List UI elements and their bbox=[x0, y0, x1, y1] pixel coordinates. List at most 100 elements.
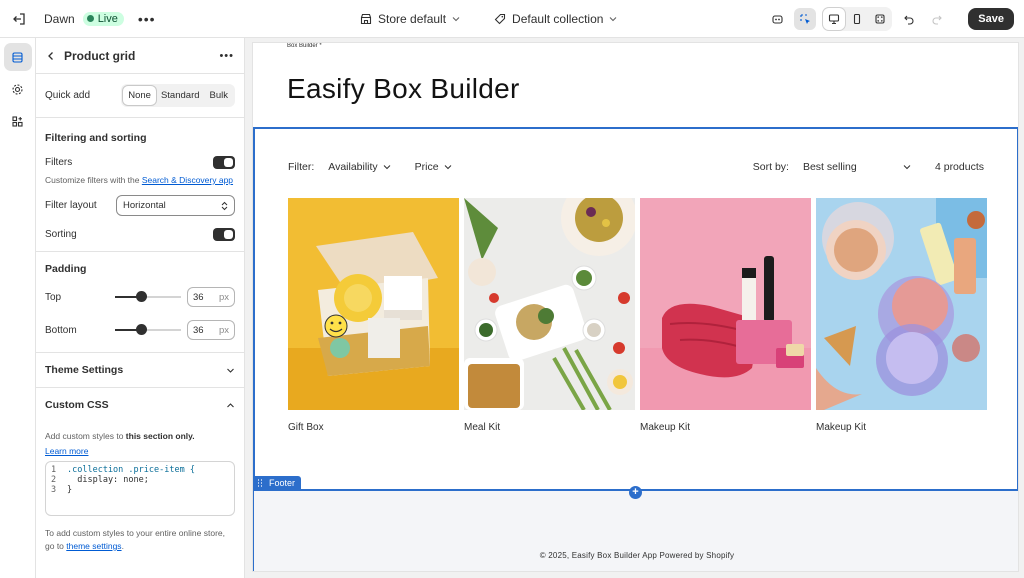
code-text: .collection .price-item { bbox=[67, 465, 195, 475]
tag-icon bbox=[494, 13, 506, 25]
back-arrow-icon[interactable] bbox=[46, 51, 56, 61]
facets-bar: Filter: Availability Price Sort by: Best… bbox=[288, 160, 984, 174]
chevron-up-icon bbox=[227, 402, 234, 407]
footer-section[interactable]: © 2025, Easify Box Builder App Powered b… bbox=[253, 491, 1018, 571]
filter-layout-select[interactable]: Horizontal bbox=[116, 195, 235, 216]
fullscreen-button[interactable] bbox=[869, 8, 891, 30]
padding-top-input[interactable]: 36 px bbox=[187, 287, 235, 307]
product-count: 4 products bbox=[934, 161, 984, 173]
line-number: 2 bbox=[51, 475, 57, 485]
filter-layout-label: Filter layout bbox=[45, 200, 97, 211]
save-button[interactable]: Save bbox=[968, 8, 1014, 30]
template-select[interactable]: Default collection bbox=[494, 12, 617, 26]
mobile-icon bbox=[854, 13, 861, 25]
padding-bottom-slider[interactable] bbox=[115, 322, 181, 338]
theme-settings-button[interactable] bbox=[4, 75, 32, 103]
quick-add-none[interactable]: None bbox=[123, 86, 156, 105]
store-select-label: Store default bbox=[378, 12, 447, 26]
settings-panel: Product grid ••• Quick add None Standard… bbox=[36, 38, 245, 578]
product-name[interactable]: Meal Kit bbox=[464, 422, 635, 433]
product-image-gift-box[interactable] bbox=[288, 198, 459, 410]
search-discovery-link[interactable]: Search & Discovery app bbox=[142, 175, 233, 185]
sorting-toggle[interactable] bbox=[213, 228, 235, 241]
theme-settings-link[interactable]: theme settings bbox=[66, 541, 121, 551]
live-dot-icon bbox=[86, 15, 94, 22]
add-section-button[interactable]: + bbox=[629, 486, 642, 499]
inspector-button[interactable] bbox=[794, 8, 817, 30]
line-number: 3 bbox=[51, 485, 57, 495]
footer-section-tag[interactable]: Footer bbox=[253, 476, 302, 490]
code-line: 2 display: none; bbox=[51, 475, 229, 485]
code-line: 3} bbox=[51, 485, 229, 495]
price-filter[interactable]: Price bbox=[415, 161, 452, 173]
product-card[interactable]: Gift Box bbox=[288, 198, 459, 433]
code-text: } bbox=[67, 485, 73, 495]
padding-top-slider[interactable] bbox=[115, 289, 181, 305]
chevron-down-icon bbox=[383, 165, 391, 170]
product-image-meal-kit[interactable] bbox=[464, 198, 635, 410]
device-toggle bbox=[822, 7, 893, 31]
chevron-down-icon bbox=[903, 165, 911, 170]
product-cards: Gift Box Meal Kit Makeup Kit Makeup Kit bbox=[288, 198, 987, 433]
chevron-down-icon bbox=[444, 165, 451, 170]
product-card[interactable]: Makeup Kit bbox=[816, 198, 987, 433]
mobile-view-button[interactable] bbox=[846, 8, 868, 30]
product-card[interactable]: Makeup Kit bbox=[640, 198, 811, 433]
filters-toggle[interactable] bbox=[213, 156, 235, 169]
chevron-down-icon bbox=[452, 17, 460, 22]
panel-title: Product grid bbox=[64, 48, 136, 63]
desktop-view-button[interactable] bbox=[823, 8, 846, 30]
left-rail bbox=[0, 38, 36, 578]
custom-css-help-text: Add custom styles to bbox=[45, 431, 126, 441]
filter-layout-value: Horizontal bbox=[123, 200, 166, 211]
sections-button[interactable] bbox=[3, 43, 32, 71]
sort-value: Best selling bbox=[802, 161, 857, 173]
custom-css-footer-suffix: . bbox=[121, 541, 124, 551]
undo-icon bbox=[904, 15, 914, 25]
custom-css-toggle[interactable]: Custom CSS bbox=[45, 399, 235, 411]
product-name[interactable]: Gift Box bbox=[288, 422, 459, 433]
footer-tag-label: Footer bbox=[269, 478, 296, 488]
product-name[interactable]: Makeup Kit bbox=[816, 422, 987, 433]
product-name[interactable]: Makeup Kit bbox=[640, 422, 811, 433]
redo-icon bbox=[932, 15, 943, 25]
exit-button[interactable] bbox=[0, 0, 38, 38]
sidekick-button[interactable] bbox=[766, 8, 788, 30]
product-grid-section[interactable]: Filter: Availability Price Sort by: Best… bbox=[253, 127, 1018, 491]
quick-add-label: Quick add bbox=[45, 90, 91, 101]
section-grid-icon bbox=[258, 479, 262, 487]
undo-button[interactable] bbox=[898, 8, 920, 30]
filtering-heading: Filtering and sorting bbox=[45, 132, 147, 144]
product-image-makeup-kit[interactable] bbox=[816, 198, 987, 410]
sort-select[interactable]: Best selling bbox=[803, 161, 911, 173]
theme-settings-toggle[interactable]: Theme Settings bbox=[45, 364, 235, 376]
quick-add-standard[interactable]: Standard bbox=[156, 86, 205, 105]
padding-bottom-value: 36 bbox=[193, 324, 204, 336]
apps-button[interactable] bbox=[4, 107, 32, 135]
filters-help: Customize filters with the Search & Disc… bbox=[45, 175, 235, 185]
quick-add-bulk[interactable]: Bulk bbox=[205, 86, 233, 105]
custom-css-footer: To add custom styles to your entire onli… bbox=[45, 527, 235, 553]
panel-more-button[interactable]: ••• bbox=[219, 50, 234, 62]
fullscreen-icon bbox=[875, 14, 885, 24]
chevron-down-icon bbox=[610, 17, 617, 22]
select-arrows-icon bbox=[221, 201, 228, 210]
code-line: 1 .collection .price-item { bbox=[51, 465, 229, 475]
unit-label: px bbox=[218, 324, 229, 336]
padding-bottom-input[interactable]: 36 px bbox=[187, 320, 235, 340]
availability-filter[interactable]: Availability bbox=[328, 161, 391, 173]
store-select[interactable]: Store default bbox=[360, 12, 460, 26]
redo-button[interactable] bbox=[926, 8, 948, 30]
learn-more-link[interactable]: Learn more bbox=[45, 446, 88, 456]
custom-css-help-bold: this section only. bbox=[125, 431, 195, 441]
slider-knob[interactable] bbox=[135, 324, 147, 335]
padding-bottom-label: Bottom bbox=[45, 324, 77, 336]
product-card[interactable]: Meal Kit bbox=[464, 198, 635, 433]
more-actions-button[interactable]: ••• bbox=[138, 11, 156, 27]
page-title: Easify Box Builder bbox=[287, 73, 520, 104]
theme-name: Dawn bbox=[44, 11, 75, 26]
css-code-editor[interactable]: 1 .collection .price-item { 2 display: no… bbox=[45, 461, 235, 516]
product-image-makeup-kit[interactable] bbox=[640, 198, 811, 410]
slider-knob[interactable] bbox=[135, 291, 147, 302]
sort-label: Sort by: bbox=[752, 161, 789, 173]
